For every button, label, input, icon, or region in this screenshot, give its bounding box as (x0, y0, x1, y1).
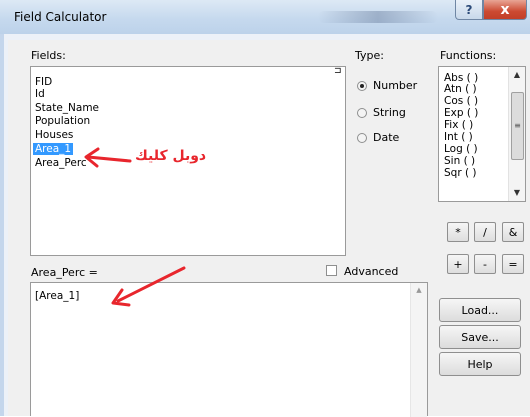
function-item-int[interactable]: Int ( ) (444, 132, 473, 143)
function-item-sqr[interactable]: Sqr ( ) (444, 168, 477, 179)
advanced-checkbox[interactable] (326, 265, 337, 276)
field-item-state-name[interactable]: State_Name (35, 102, 99, 114)
scroll-up-arrow-icon[interactable]: ▲ (411, 286, 427, 294)
concatenate-button[interactable]: & (502, 222, 524, 242)
field-item-population[interactable]: Population (35, 115, 90, 127)
type-number-radio[interactable] (357, 81, 367, 91)
function-item-sin[interactable]: Sin ( ) (444, 156, 475, 167)
subtract-button[interactable]: - (474, 254, 496, 274)
functions-scrollbar[interactable]: ▲ ≡ ▼ (508, 67, 525, 201)
field-item-area-perc[interactable]: Area_Perc (35, 157, 87, 169)
type-string-radio[interactable] (357, 108, 367, 118)
multiply-button[interactable]: * (447, 222, 469, 242)
save-button[interactable]: Save... (439, 325, 521, 349)
field-item-fid[interactable]: FID (35, 76, 52, 88)
background-window-ghost (318, 11, 438, 23)
field-item-area-1-selected[interactable]: Area_1 (33, 143, 74, 155)
scroll-up-arrow-icon[interactable]: ▲ (509, 67, 525, 83)
help-button[interactable]: Help (439, 352, 521, 376)
type-date-radio[interactable] (357, 133, 367, 143)
equals-button[interactable]: = (502, 254, 524, 274)
expression-input[interactable]: [Area_1] ▲ (30, 282, 428, 417)
fields-label: Fields: (31, 49, 66, 62)
functions-label: Functions: (440, 49, 497, 62)
field-item-id[interactable]: Id (35, 88, 45, 100)
expression-scrollbar[interactable]: ▲ (410, 283, 427, 417)
close-button[interactable]: x (483, 0, 527, 20)
annotation-text: دوبل كليك (135, 148, 207, 164)
help-titlebar-button[interactable]: ? (455, 0, 483, 20)
scroll-down-arrow-icon[interactable]: ▼ (509, 185, 525, 201)
expression-value: [Area_1] (35, 290, 80, 302)
type-date-label[interactable]: Date (373, 131, 399, 144)
type-number-label[interactable]: Number (373, 79, 417, 92)
scroll-thumb[interactable]: ≡ (511, 92, 524, 160)
add-button[interactable]: + (447, 254, 469, 274)
function-item-fix[interactable]: Fix ( ) (444, 120, 473, 131)
type-label: Type: (355, 49, 384, 62)
function-item-cos[interactable]: Cos ( ) (444, 96, 478, 107)
load-button[interactable]: Load... (439, 298, 521, 322)
field-item-houses[interactable]: Houses (35, 129, 73, 141)
functions-list[interactable]: Abs ( ) Atn ( ) Cos ( ) Exp ( ) Fix ( ) … (438, 66, 526, 202)
type-string-label[interactable]: String (373, 106, 406, 119)
title-bar: Field Calculator (0, 0, 530, 34)
sort-fields-icon[interactable]: ⊐ (334, 66, 342, 76)
function-item-atn[interactable]: Atn ( ) (444, 84, 477, 95)
divide-button[interactable]: / (474, 222, 496, 242)
function-item-log[interactable]: Log ( ) (444, 144, 478, 155)
advanced-label[interactable]: Advanced (344, 265, 398, 278)
expression-label: Area_Perc = (31, 266, 98, 279)
function-item-exp[interactable]: Exp ( ) (444, 108, 478, 119)
window-title: Field Calculator (14, 10, 107, 24)
